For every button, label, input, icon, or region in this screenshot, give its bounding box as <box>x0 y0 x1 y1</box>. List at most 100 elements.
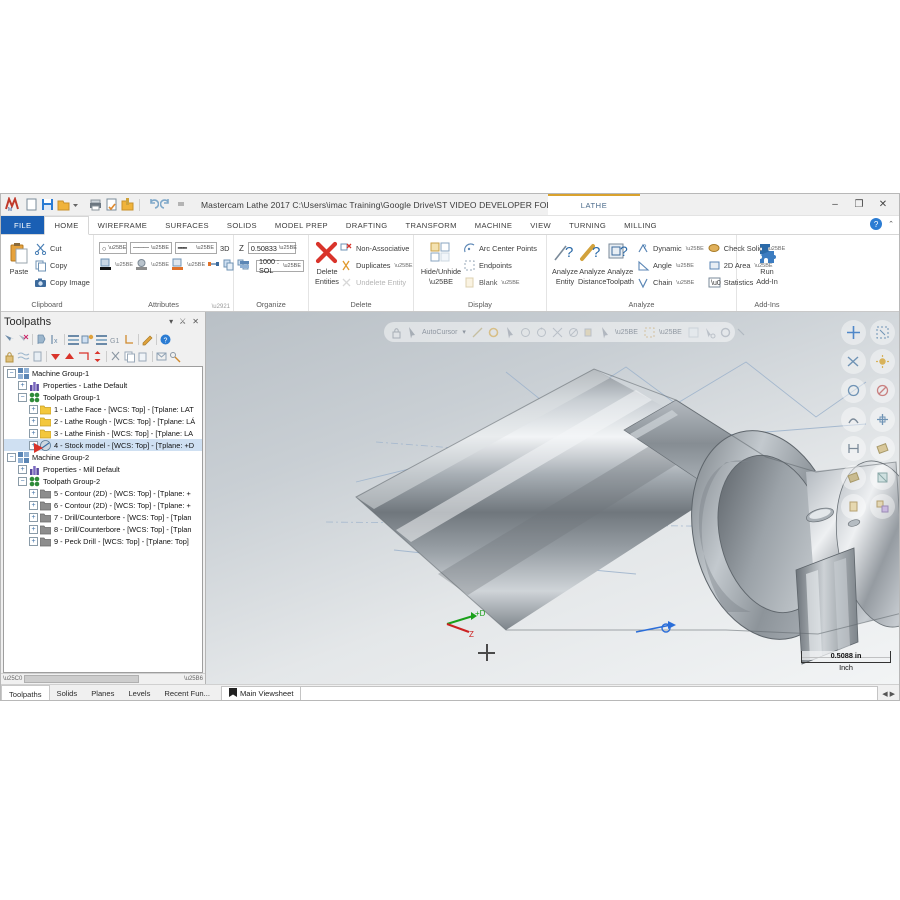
tree-expander[interactable]: + <box>29 416 38 426</box>
tree-item[interactable]: +7 - Drill/Counterbore - [WCS: Top] - [T… <box>4 511 202 523</box>
cut-button[interactable]: Cut <box>34 241 90 256</box>
collapse-ribbon-icon[interactable]: ⌃ <box>888 220 894 228</box>
set-level-icon[interactable] <box>207 258 220 271</box>
line-style-caret[interactable]: \u25BE <box>149 245 169 251</box>
select-all-operations-icon[interactable] <box>3 333 16 346</box>
zoom-window-icon[interactable] <box>870 320 895 345</box>
level-icon[interactable] <box>239 259 252 272</box>
open-icon[interactable] <box>56 197 71 212</box>
bottom-tab-recent-functions[interactable]: Recent Fun... <box>157 685 217 700</box>
autocursor-grid-icon[interactable] <box>687 326 700 339</box>
tree-item[interactable]: +1 - Lathe Face - [WCS: Top] - [Tplane: … <box>4 403 202 415</box>
fit-view-icon[interactable] <box>841 320 866 345</box>
tree-expander[interactable]: − <box>18 392 27 402</box>
restore-button[interactable]: ❐ <box>847 196 871 214</box>
delete-entities-button[interactable]: Delete Entities <box>314 239 340 286</box>
print-icon[interactable] <box>88 197 103 212</box>
blank-entity-icon[interactable] <box>841 494 866 519</box>
tree-item[interactable]: +8 - Drill/Counterbore - [WCS: Top] - [T… <box>4 523 202 535</box>
autocursor-pointer-icon[interactable] <box>406 326 419 339</box>
viewport-right-rail[interactable] <box>837 320 895 519</box>
tab-transform[interactable]: TRANSFORM <box>397 216 466 234</box>
insert-group-icon[interactable] <box>77 350 90 363</box>
autocursor-caret[interactable]: ▾ <box>462 328 466 336</box>
bottom-tab-planes[interactable]: Planes <box>84 685 121 700</box>
hide-unhide-caret[interactable]: \u25BE <box>429 277 453 287</box>
viewsheet-scroll-arrows[interactable]: ◀ ▶ <box>878 690 899 698</box>
cut-operation-icon[interactable] <box>109 350 122 363</box>
tree-expander[interactable]: + <box>29 524 38 534</box>
tree-expander[interactable]: + <box>18 464 27 474</box>
tab-surfaces[interactable]: SURFACES <box>156 216 218 234</box>
simulator-icon[interactable] <box>95 333 108 346</box>
autocursor-toolbar[interactable]: AutoCursor ▾ \u25BE \u25BE <box>384 322 745 342</box>
viewsheet-tab-main[interactable]: Main Viewsheet <box>220 686 302 700</box>
run-addin-button[interactable]: Run Add-In <box>750 239 784 286</box>
verify-icon[interactable] <box>81 333 94 346</box>
blank-button[interactable]: Blank \u25BE <box>463 275 537 290</box>
toolpath-tree[interactable]: − Machine Group-1 + Properties - Lathe Defa… <box>3 366 203 673</box>
bottom-tab-toolpaths[interactable]: Toolpaths <box>1 685 50 700</box>
tab-home[interactable]: HOME <box>44 216 89 235</box>
new-file-icon[interactable] <box>24 197 39 212</box>
graphics-viewport[interactable]: AutoCursor ▾ \u25BE \u25BE +D Z 0.5088 i… <box>206 312 899 684</box>
snap-tangent-icon[interactable] <box>583 326 596 339</box>
regenerate-dirty-icon[interactable] <box>35 333 48 346</box>
tab-machine[interactable]: MACHINE <box>466 216 521 234</box>
customize-qat-icon[interactable] <box>176 197 191 212</box>
non-associative-button[interactable]: Non-Associative <box>340 241 413 256</box>
attributes-dialog-launcher[interactable]: \u2921 <box>212 304 230 310</box>
move-down-icon[interactable] <box>49 350 62 363</box>
fastpoint-entry-icon[interactable] <box>643 326 656 339</box>
analyze-toolpath-button[interactable]: ? Analyze Toolpath <box>606 239 634 286</box>
paste-operation-icon[interactable] <box>137 350 150 363</box>
z-depth-caret[interactable]: \u25BE <box>277 245 297 251</box>
close-button[interactable]: ✕ <box>871 196 895 214</box>
snap-center-icon[interactable] <box>487 326 500 339</box>
analyze-entity-button[interactable]: ? Analyze Entity <box>552 239 578 286</box>
tree-expander[interactable]: − <box>18 476 27 486</box>
quick-access-toolbar[interactable] <box>24 197 191 212</box>
tree-item[interactable]: + Properties - Mill Default <box>4 463 202 475</box>
post-g1-icon[interactable]: G1 <box>109 333 122 346</box>
tree-item[interactable]: + Properties - Lathe Default <box>4 379 202 391</box>
autocursor-lock-icon[interactable] <box>390 326 403 339</box>
toggle-lock-icon[interactable] <box>3 350 16 363</box>
help-operation-icon[interactable]: ? <box>159 333 172 346</box>
dynamic-analyze-button[interactable]: ? Dynamic \u25BE <box>637 241 704 256</box>
shaded-icon[interactable] <box>841 465 866 490</box>
line-width-combo[interactable]: ━━━ \u25BE <box>175 242 217 254</box>
analyze-distance-button[interactable]: ? Analyze Distance <box>578 239 606 286</box>
autocursor-more-icon[interactable] <box>735 326 748 339</box>
wireframe-shading-icon[interactable] <box>870 436 895 461</box>
toolpaths-toolbar-row1[interactable]: x G1 ? <box>1 331 205 348</box>
panel-dropdown-icon[interactable]: ▾ <box>166 317 176 326</box>
bottom-tab-levels[interactable]: Levels <box>121 685 157 700</box>
tree-expander[interactable]: + <box>29 536 38 546</box>
tab-wireframe[interactable]: WIREFRAME <box>89 216 157 234</box>
scroll-right-arrow[interactable]: \u25B6 <box>182 676 205 682</box>
tab-solids[interactable]: SOLIDS <box>218 216 266 234</box>
snap-nearest-icon[interactable] <box>567 326 580 339</box>
angle-caret[interactable]: \u25BE <box>676 263 694 269</box>
relative-point-icon[interactable] <box>703 326 716 339</box>
surface-color-caret[interactable]: \u25BE <box>187 262 205 268</box>
hide-unhide-button[interactable]: Hide/Unhide \u25BE <box>419 239 463 286</box>
copy-image-button[interactable]: Copy Image <box>34 275 90 290</box>
tree-item[interactable]: +2 - Lathe Rough - [WCS: Top] - [Tplane:… <box>4 415 202 427</box>
tree-expander[interactable]: + <box>29 404 38 414</box>
minimize-button[interactable]: – <box>823 196 847 214</box>
wireframe-color-caret[interactable]: \u25BE <box>115 262 133 268</box>
scroll-left-arrow[interactable]: \u25C0 <box>1 676 24 682</box>
tree-horizontal-scrollbar[interactable]: \u25C0 \u25B6 <box>1 673 205 684</box>
snap-pointer2-icon[interactable] <box>599 326 612 339</box>
tree-expander[interactable]: − <box>7 452 16 462</box>
toolpath-manager-options-icon[interactable] <box>155 350 168 363</box>
tab-model-prep[interactable]: MODEL PREP <box>266 216 337 234</box>
tree-item[interactable]: − Toolpath Group-1 <box>4 391 202 403</box>
tab-view[interactable]: VIEW <box>521 216 560 234</box>
snap-midpoint-icon[interactable] <box>519 326 532 339</box>
help-icon[interactable]: ? <box>870 218 883 230</box>
undo-icon[interactable] <box>144 197 160 212</box>
point-style-combo[interactable]: ○ \u25BE <box>99 242 127 254</box>
